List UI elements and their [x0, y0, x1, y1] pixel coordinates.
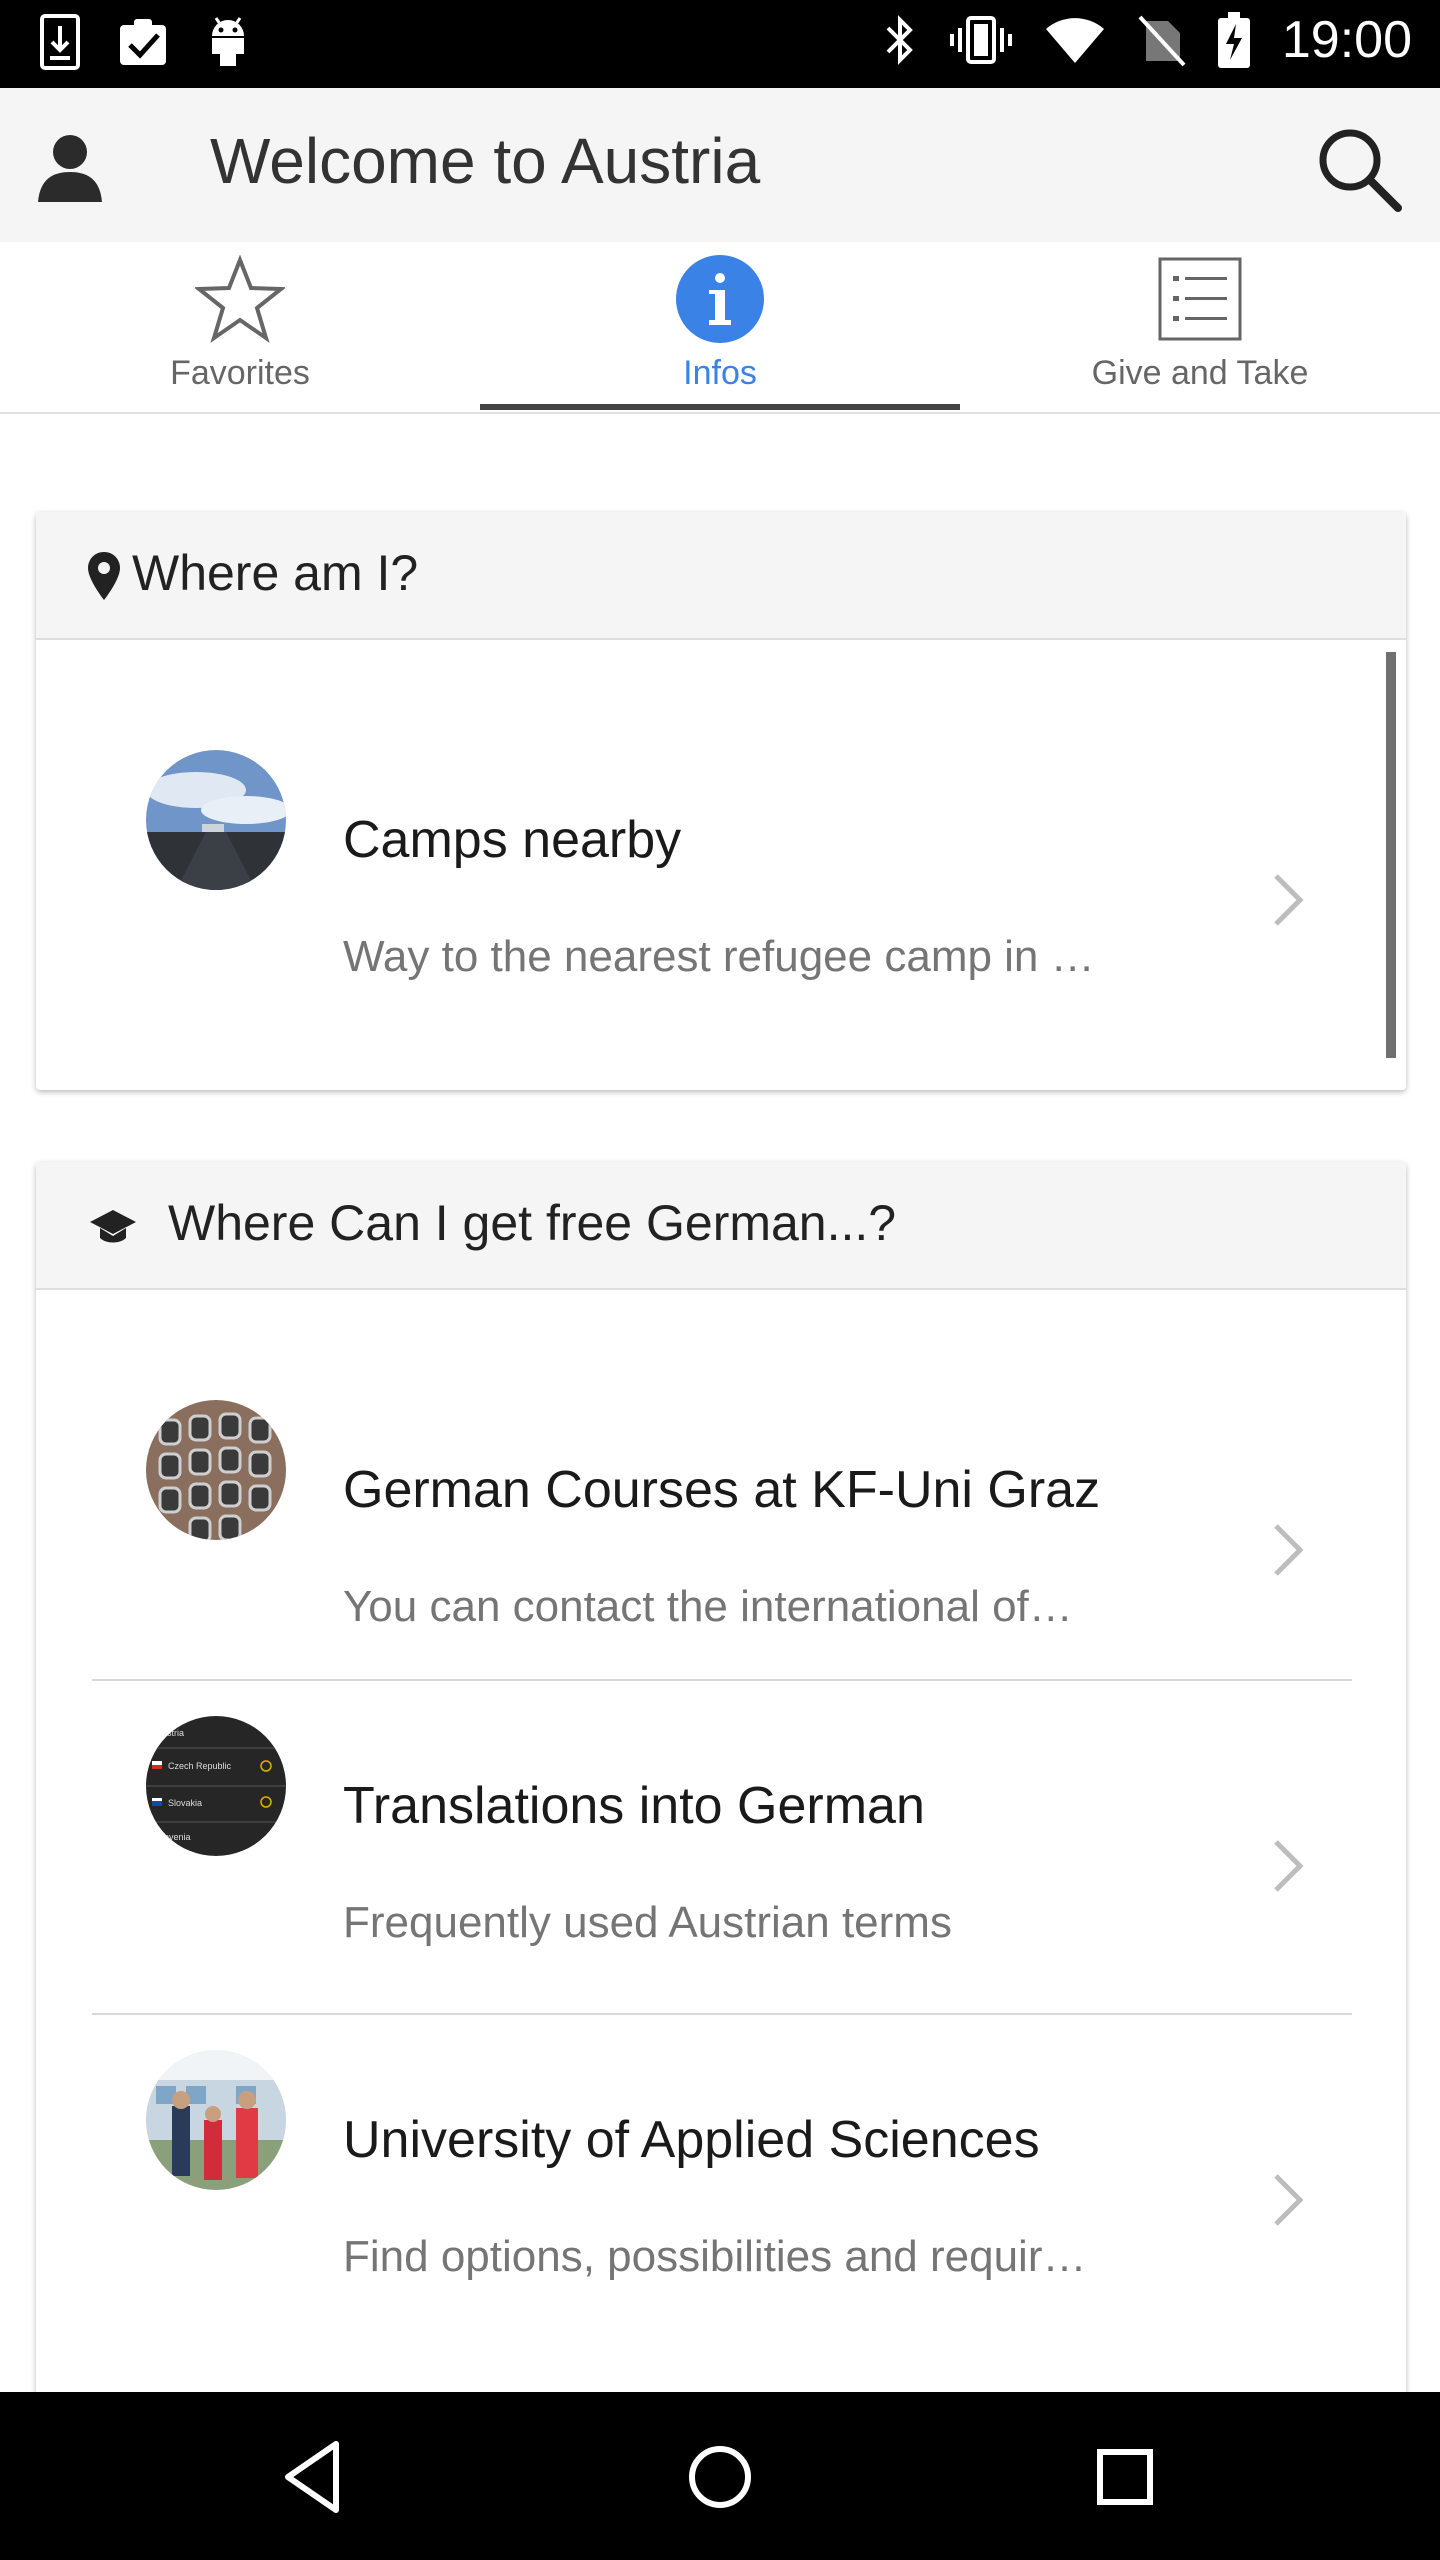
tab-label: Give and Take — [1091, 354, 1309, 392]
active-tab-indicator — [480, 404, 960, 410]
chevron-right-icon — [1274, 1840, 1304, 1892]
status-time: 19:00 — [1281, 11, 1412, 69]
recents-icon[interactable] — [1080, 2432, 1170, 2522]
tab-bar: Favorites Infos Give and Take — [0, 242, 1440, 414]
download-icon — [40, 14, 80, 70]
section-header: Where am I? — [36, 512, 1406, 640]
status-bar: 19:00 — [0, 0, 1440, 88]
info-icon — [676, 255, 764, 343]
thumb-text: ustria — [162, 1728, 184, 1738]
app-bar: Welcome to Austria — [0, 88, 1440, 242]
item-title: German Courses at KF-Uni Graz — [343, 1461, 1101, 1519]
list-item-camps-nearby[interactable]: Camps nearby Way to the nearest refugee … — [36, 640, 1406, 981]
thumb-text: lovenia — [162, 1832, 191, 1842]
no-sim-icon — [1138, 15, 1186, 67]
clipboard-check-icon — [120, 19, 166, 65]
section-title: Where am I? — [132, 545, 419, 601]
list-icon — [1158, 257, 1242, 341]
camps-thumbnail — [146, 750, 286, 890]
graduation-cap-icon — [90, 1210, 136, 1243]
tab-label: Infos — [683, 354, 757, 392]
item-subtitle: You can contact the international of… — [343, 1582, 1073, 1631]
item-title: Translations into German — [343, 1777, 925, 1835]
tab-infos[interactable]: Infos — [480, 242, 960, 412]
battery-charging-icon — [1217, 12, 1250, 68]
bluetooth-icon — [886, 15, 913, 65]
search-icon[interactable] — [1314, 124, 1404, 214]
thumb-text: Slovakia — [168, 1798, 202, 1808]
navigation-bar — [0, 2392, 1440, 2560]
section-card-where-am-i: Where am I? Camps nearby Way to the near… — [36, 512, 1406, 1090]
translations-thumbnail: ustria Czech Republic Slovakia lovenia — [146, 1716, 286, 1856]
tab-give-and-take[interactable]: Give and Take — [960, 242, 1440, 412]
star-icon — [195, 254, 285, 343]
location-pin-icon — [88, 552, 120, 600]
tab-label: Favorites — [170, 354, 310, 392]
android-icon — [212, 17, 244, 66]
german-courses-thumbnail — [146, 1400, 286, 1540]
item-subtitle: Frequently used Austrian terms — [343, 1898, 952, 1947]
list-item-university-applied-sciences[interactable]: University of Applied Sciences Find opti… — [36, 2015, 1406, 2349]
back-icon[interactable] — [270, 2432, 360, 2522]
section-card-free-german: Where Can I get free German...? German C… — [36, 1162, 1406, 2462]
list-item-translations[interactable]: ustria Czech Republic Slovakia lovenia T… — [36, 1681, 1406, 2015]
item-title: University of Applied Sciences — [343, 2111, 1040, 2169]
tab-favorites[interactable]: Favorites — [0, 242, 480, 412]
thumb-text: Czech Republic — [168, 1761, 232, 1771]
chevron-right-icon — [1274, 2174, 1304, 2226]
section-header: Where Can I get free German...? — [36, 1162, 1406, 1290]
chevron-right-icon — [1274, 874, 1304, 926]
university-thumbnail — [146, 2050, 286, 2190]
list-item-german-courses[interactable]: German Courses at KF-Uni Graz You can co… — [36, 1290, 1406, 1631]
chevron-right-icon — [1274, 1524, 1304, 1576]
scrollbar[interactable] — [1386, 652, 1396, 1058]
user-avatar-icon[interactable] — [30, 126, 110, 206]
item-subtitle: Find options, possibilities and requir… — [343, 2232, 1087, 2281]
section-title: Where Can I get free German...? — [168, 1195, 897, 1251]
vibrate-icon — [949, 16, 1012, 64]
item-title: Camps nearby — [343, 811, 682, 869]
item-subtitle: Way to the nearest refugee camp in … — [343, 932, 1095, 981]
page-title: Welcome to Austria — [210, 125, 761, 197]
wifi-icon — [1045, 18, 1104, 63]
home-icon[interactable] — [675, 2432, 765, 2522]
